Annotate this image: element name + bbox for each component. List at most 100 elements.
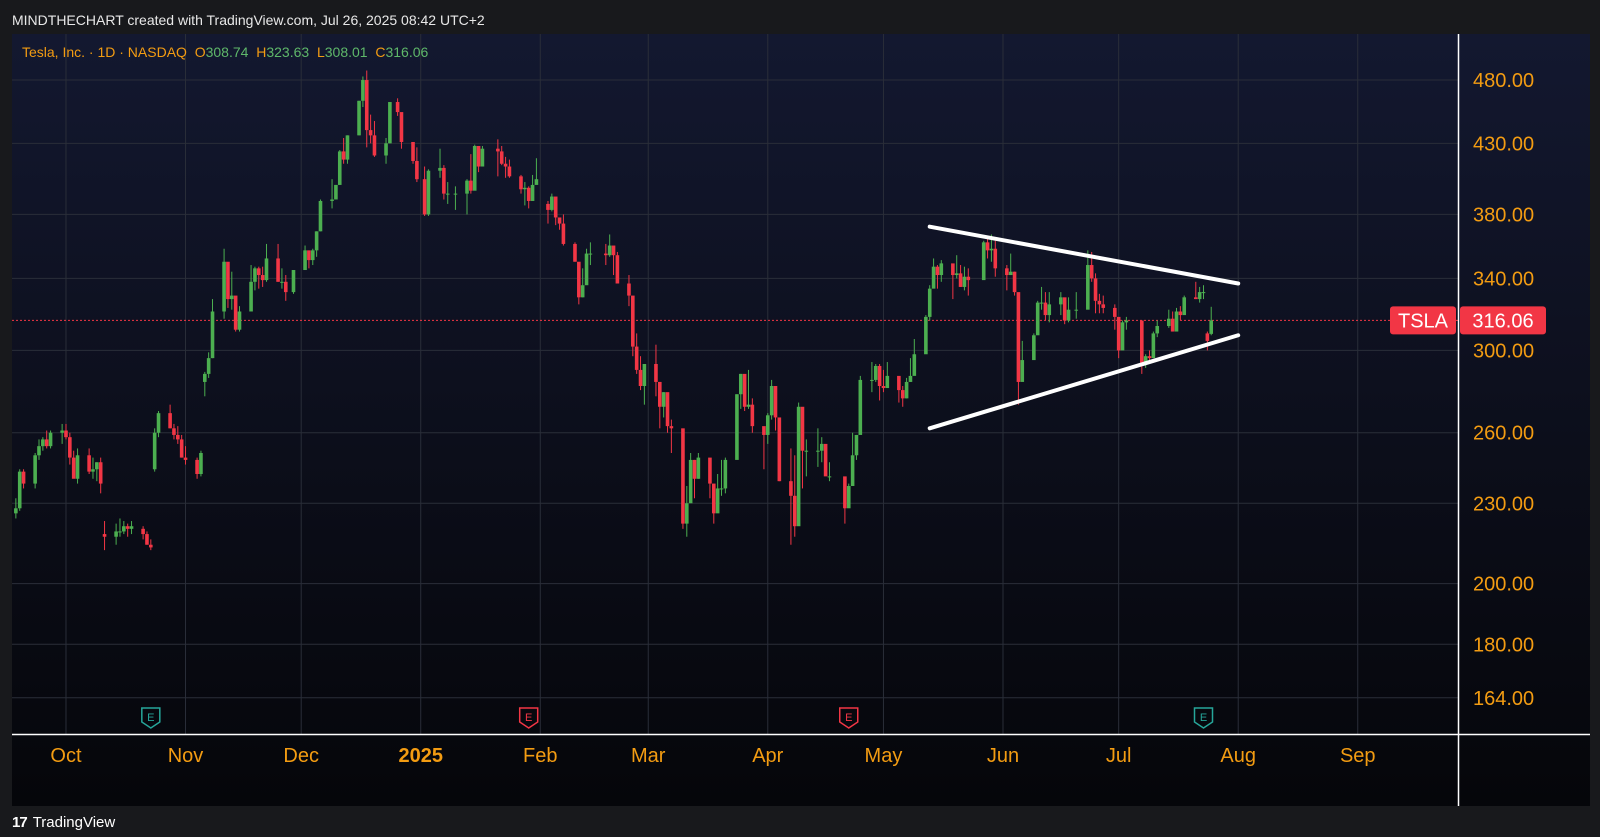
candle-body <box>1043 302 1048 316</box>
candle-body <box>1062 297 1067 321</box>
candle-body <box>318 200 323 232</box>
candle-body <box>1151 333 1156 359</box>
candle-body <box>546 203 550 210</box>
candle-body <box>280 281 284 283</box>
candle-body <box>634 346 639 370</box>
time-axis-label: Jul <box>1106 745 1132 767</box>
candle-body <box>368 130 373 136</box>
candle-body <box>260 275 265 281</box>
candle-body <box>951 263 955 276</box>
candle-body <box>1074 309 1079 311</box>
candle-body <box>553 196 558 218</box>
candle-body <box>276 258 280 282</box>
candle-body <box>584 253 589 286</box>
candle-body <box>962 276 967 287</box>
candle-body <box>426 170 431 215</box>
legend-high-value: 323.63 <box>266 44 310 60</box>
candle-body <box>873 365 878 380</box>
chart-window: MINDTHECHART created with TradingView.co… <box>0 0 1600 837</box>
candle-body <box>580 285 585 298</box>
legend-high-label: H <box>256 44 267 60</box>
candle-body <box>993 248 998 269</box>
candle-body <box>900 390 905 399</box>
candle-body <box>480 148 485 167</box>
candle-body <box>37 446 41 456</box>
time-axis-label: Mar <box>631 745 666 767</box>
candle-body <box>681 428 685 524</box>
candle-body <box>966 276 971 281</box>
candle-body <box>924 316 928 355</box>
footer-bar: 17 TradingView <box>0 806 1600 837</box>
candle-body <box>804 450 809 452</box>
candle-body <box>661 392 666 407</box>
candle-body <box>526 187 531 201</box>
candle-body <box>1120 322 1125 351</box>
triangle-trendline <box>927 333 1241 431</box>
price-axis-label: 380.00 <box>1473 204 1534 226</box>
legend-low-value: 308.01 <box>324 44 368 60</box>
candle-body <box>264 258 269 281</box>
chart-plot-area[interactable]: E E E E 480.00 430.00 380.00 340.00 300.00 260.00… <box>12 34 1590 806</box>
candle-body <box>1012 271 1017 293</box>
candle-body <box>60 430 64 433</box>
candle-body <box>438 167 442 171</box>
candle-body <box>337 151 342 185</box>
candlestick-chart[interactable]: E E E E 480.00 430.00 380.00 340.00 300.00 260.00… <box>12 34 1590 806</box>
candle-body <box>472 146 477 191</box>
candle-body <box>229 295 234 300</box>
candle-body <box>800 406 805 451</box>
candle-body <box>870 379 874 381</box>
candle-body <box>858 379 863 435</box>
candle-body <box>64 430 68 438</box>
candle-body <box>179 439 184 458</box>
candle-body <box>573 243 577 262</box>
attribution-bar: MINDTHECHART created with TradingView.co… <box>0 0 1600 34</box>
candle-body <box>665 392 670 427</box>
candle-body <box>1174 311 1179 332</box>
earnings-marker-label: E <box>147 712 154 724</box>
candle-body <box>183 457 188 460</box>
candle-body <box>465 180 469 194</box>
candle-body <box>735 394 739 460</box>
candle-body <box>1182 297 1187 316</box>
time-axis-label: Aug <box>1220 745 1256 767</box>
tradingview-logo[interactable]: 17 TradingView <box>12 814 115 831</box>
candle-body <box>642 363 647 387</box>
candle-body <box>303 250 307 271</box>
candle-body <box>222 261 226 312</box>
candle-body <box>777 417 782 482</box>
legend-symbol: Tesla, Inc. · 1D · NASDAQ <box>22 44 187 60</box>
candle-body <box>149 544 153 548</box>
tradingview-logo-icon: 17 <box>12 814 28 831</box>
candle-body <box>310 250 315 261</box>
candle-body <box>129 526 134 529</box>
candle-body <box>561 223 566 244</box>
candle-body <box>773 386 778 418</box>
legend-open-value: 308.74 <box>205 44 249 60</box>
candle-body <box>550 196 554 210</box>
candle-body <box>692 459 697 479</box>
earnings-marker: E <box>518 707 539 729</box>
candle-body <box>1020 360 1025 382</box>
candle-body <box>395 102 400 113</box>
candle-body <box>1167 318 1171 327</box>
candle-body <box>357 100 361 136</box>
candle-body <box>607 245 612 256</box>
price-axis-label: 180.00 <box>1473 634 1534 656</box>
ticker-price-badge: TSLA 316.06 <box>1390 306 1546 335</box>
candle-body <box>399 112 404 142</box>
price-axis-label: 200.00 <box>1473 574 1534 596</box>
candle-body <box>742 373 747 407</box>
candle-body <box>816 450 820 452</box>
candle-body <box>226 261 230 300</box>
candle-body <box>1032 335 1036 361</box>
candle-body <box>14 508 18 514</box>
price-badge-label: 316.06 <box>1472 310 1533 332</box>
candle-body <box>1113 307 1117 317</box>
candle-body <box>237 311 242 330</box>
candle-body <box>1101 304 1106 308</box>
candle-body <box>654 363 658 382</box>
candle-body <box>442 167 446 194</box>
candle-body <box>908 375 913 382</box>
candle-body <box>958 273 963 287</box>
